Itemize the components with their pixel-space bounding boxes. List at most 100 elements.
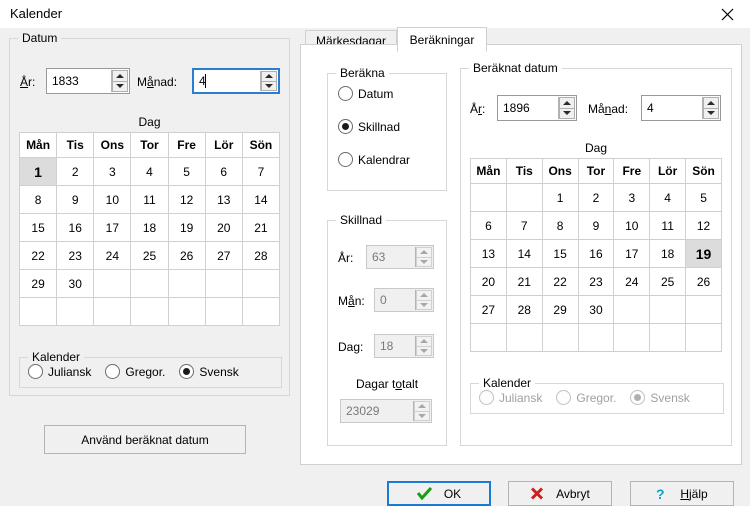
result-month-spin-down[interactable] [703,108,719,119]
month-input[interactable]: 4 [192,68,280,94]
source-day-5[interactable]: 5 [167,157,206,186]
year-spin-up[interactable] [112,70,128,82]
source-day-12[interactable]: 12 [167,185,206,214]
source-day-4[interactable]: 4 [130,157,169,186]
result-day-21[interactable]: 21 [505,267,543,296]
month-spin-down[interactable] [261,81,277,91]
source-day-23[interactable]: 23 [56,241,95,270]
result-day-12[interactable]: 12 [685,211,722,240]
result-day-16[interactable]: 16 [577,239,615,268]
source-day-6[interactable]: 6 [204,157,243,186]
source-calendar-radios[interactable]: Juliansk Gregor. Svensk [28,364,253,379]
result-month-input[interactable]: 4 [641,95,721,121]
tab-berakningar[interactable]: Beräkningar [397,27,487,52]
source-day-17[interactable]: 17 [93,213,132,242]
source-day-25[interactable]: 25 [130,241,169,270]
result-day-2[interactable]: 2 [577,183,615,212]
result-day-23[interactable]: 23 [577,267,615,296]
use-calculated-date-button[interactable]: Använd beräknat datum [44,425,246,454]
result-day-11[interactable]: 11 [649,211,687,240]
source-day-8[interactable]: 8 [18,185,58,214]
source-day-24[interactable]: 24 [93,241,132,270]
result-day-27[interactable]: 27 [470,295,507,324]
skillnad-day-spin-down[interactable] [416,346,432,356]
source-day-14[interactable]: 14 [241,185,281,214]
result-day-29[interactable]: 29 [541,295,579,324]
skillnad-day-input[interactable]: 18 [374,334,434,358]
skillnad-month-spin-down[interactable] [416,300,432,310]
month-spinner[interactable] [260,71,277,91]
source-day-grid[interactable]: Mån Tis Ons Tor Fre Lör Sön 1 2 3 4 5 6 7 8 9 10 11 12 13 1… [18,132,281,326]
result-day-1[interactable]: 1 [541,183,579,212]
source-day-26[interactable]: 26 [167,241,206,270]
result-day-13[interactable]: 13 [470,239,507,268]
result-day-30[interactable]: 30 [577,295,615,324]
result-day-15[interactable]: 15 [541,239,579,268]
result-day-14[interactable]: 14 [505,239,543,268]
source-day-27[interactable]: 27 [204,241,243,270]
skillnad-month-spinner[interactable] [415,290,432,310]
source-day-13[interactable]: 13 [204,185,243,214]
result-day-20[interactable]: 20 [470,267,507,296]
skillnad-day-spinner[interactable] [415,336,432,356]
dagar-totalt-spin-up[interactable] [414,401,430,412]
result-day-grid[interactable]: Mån Tis Ons Tor Fre Lör Sön 1 2 3 4 5 6 7 8 9 10 11 12 13 1… [470,158,722,352]
result-day-18[interactable]: 18 [649,239,687,268]
skillnad-year-spinner[interactable] [415,247,432,267]
result-day-6[interactable]: 6 [470,211,507,240]
result-day-26[interactable]: 26 [685,267,722,296]
source-day-1[interactable]: 1 [18,157,58,186]
result-day-4[interactable]: 4 [649,183,687,212]
source-day-20[interactable]: 20 [204,213,243,242]
source-day-18[interactable]: 18 [130,213,169,242]
berakna-option-kalendrar[interactable]: Kalendrar [338,152,410,167]
source-day-16[interactable]: 16 [56,213,95,242]
result-day-10[interactable]: 10 [613,211,651,240]
result-day-5[interactable]: 5 [685,183,722,212]
year-spin-down[interactable] [112,81,128,92]
berakna-radio-list[interactable]: Datum Skillnad Kalendrar [338,86,410,185]
dagar-totalt-input[interactable]: 23029 [340,399,432,423]
source-day-10[interactable]: 10 [93,185,132,214]
source-day-7[interactable]: 7 [241,157,281,186]
year-input[interactable]: 1833 [46,68,130,94]
result-day-22[interactable]: 22 [541,267,579,296]
source-calendar-option-juliansk[interactable]: Juliansk [28,364,91,379]
result-day-9[interactable]: 9 [577,211,615,240]
result-year-spinner[interactable] [558,97,575,119]
month-spin-up[interactable] [261,71,277,82]
year-spinner[interactable] [111,70,128,92]
result-day-19[interactable]: 19 [685,239,722,268]
result-year-spin-up[interactable] [559,97,575,109]
source-calendar-option-gregor[interactable]: Gregor. [105,364,165,379]
skillnad-month-spin-up[interactable] [416,290,432,301]
result-day-3[interactable]: 3 [613,183,651,212]
result-day-28[interactable]: 28 [505,295,543,324]
dagar-totalt-spinner[interactable] [413,401,430,421]
result-calendar-radios[interactable]: Juliansk Gregor. Svensk [479,390,704,405]
result-year-spin-down[interactable] [559,108,575,119]
skillnad-year-spin-up[interactable] [416,247,432,258]
result-day-25[interactable]: 25 [649,267,687,296]
source-day-22[interactable]: 22 [18,241,58,270]
source-calendar-option-svensk[interactable]: Svensk [179,364,239,379]
berakna-option-datum[interactable]: Datum [338,86,410,101]
source-day-9[interactable]: 9 [56,185,95,214]
skillnad-day-spin-up[interactable] [416,336,432,347]
source-day-28[interactable]: 28 [241,241,281,270]
result-day-17[interactable]: 17 [613,239,651,268]
help-button[interactable]: ? Hjälp [630,481,734,506]
source-day-30[interactable]: 30 [56,269,95,298]
source-day-15[interactable]: 15 [18,213,58,242]
source-day-11[interactable]: 11 [130,185,169,214]
ok-button[interactable]: OK [387,481,491,506]
skillnad-year-input[interactable]: 63 [366,245,434,269]
result-day-24[interactable]: 24 [613,267,651,296]
cancel-button[interactable]: Avbryt [508,481,612,506]
source-day-29[interactable]: 29 [18,269,58,298]
result-year-input[interactable]: 1896 [497,95,577,121]
result-month-spinner[interactable] [702,97,719,119]
result-month-spin-up[interactable] [703,97,719,109]
dagar-totalt-spin-down[interactable] [414,411,430,421]
skillnad-month-input[interactable]: 0 [374,288,434,312]
